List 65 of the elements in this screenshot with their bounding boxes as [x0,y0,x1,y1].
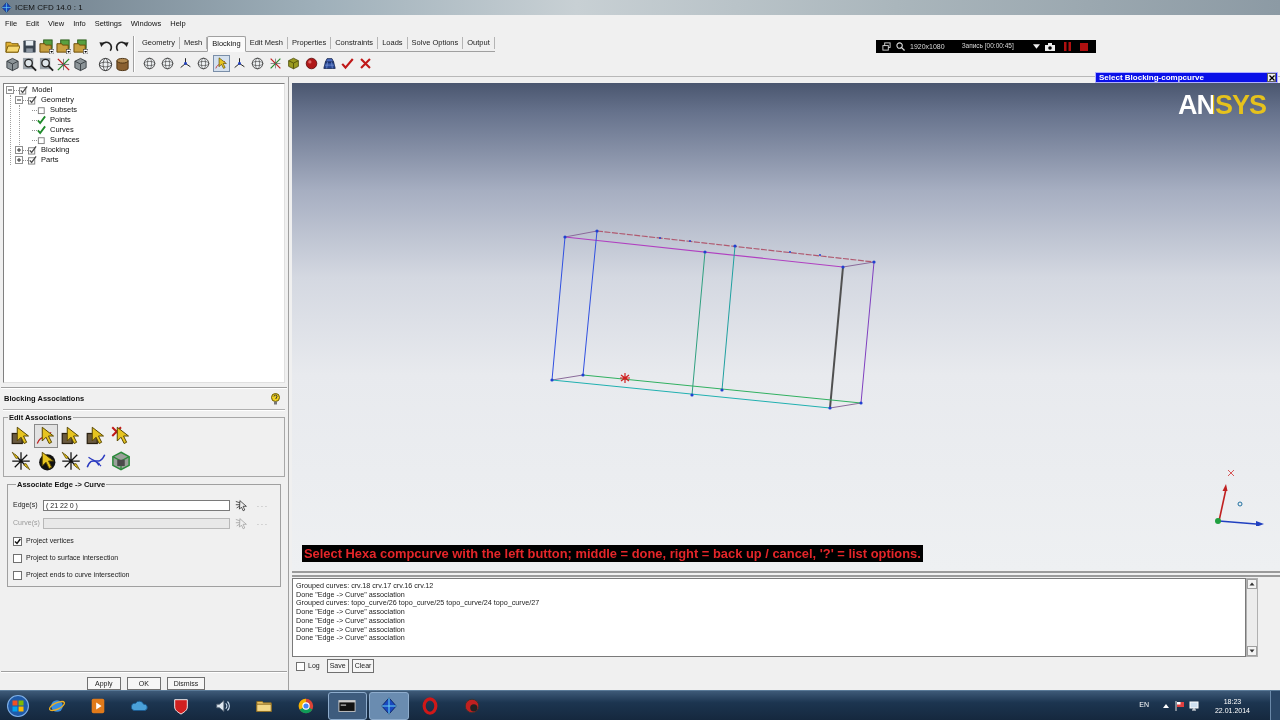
expand-icon[interactable] [15,146,23,154]
scroll-up-icon[interactable] [1247,579,1257,589]
wire-sphere-icon[interactable] [195,55,212,72]
checkbox[interactable] [28,155,37,165]
folder-sheet-icon[interactable] [56,38,71,54]
pause-icon[interactable] [1063,42,1071,51]
magnifier-icon[interactable] [896,42,905,51]
close-button[interactable] [1267,73,1276,82]
checkbox[interactable] [19,85,28,95]
scroll-down-icon[interactable] [1247,646,1257,656]
checkbox[interactable] [13,553,22,563]
tray-arrow-icon[interactable] [1162,703,1169,708]
checkbox[interactable] [37,125,46,135]
checkbox[interactable] [13,570,22,580]
cursor-icon[interactable] [235,498,248,512]
windows-icon[interactable] [882,42,891,51]
ring-icon [421,696,440,715]
ball-icon [462,696,481,715]
stop-icon[interactable] [1079,42,1088,51]
close-icon [1268,74,1275,81]
checkbox[interactable] [13,536,22,546]
checkbox[interactable] [28,145,37,155]
magnifier-icon[interactable] [39,56,54,72]
cube-icon[interactable] [73,56,88,72]
help-icon[interactable] [271,393,280,405]
wire-sphere-icon[interactable] [141,55,158,72]
collapse-icon[interactable] [6,86,14,94]
flag-icon[interactable] [1174,700,1185,711]
camera-icon[interactable] [1044,42,1055,51]
window-title: ICEM CFD 14.0 : 1 [15,3,83,12]
dropdown-triangle-icon[interactable] [1032,44,1040,49]
checkbox[interactable] [28,95,37,105]
cursor-curve-icon[interactable] [213,55,230,72]
collapse-icon[interactable] [15,96,23,104]
prompt-message: Select Hexa compcurve with the left button; middle = done, right = back up / cancel, '?' = list options. [302,545,923,562]
checkbox[interactable] [296,661,305,671]
shield-icon [172,696,191,715]
diamond-icon [379,696,398,715]
show-desktop-button[interactable] [1270,691,1280,720]
checkbox[interactable] [37,105,46,115]
cursor-curve-icon[interactable] [34,424,58,449]
wheel-icon [296,696,315,715]
grid-block-icon[interactable] [321,55,338,72]
wire-sphere-icon[interactable] [249,55,266,72]
expand-icon[interactable] [15,156,23,164]
monitor-icon[interactable] [1188,700,1199,711]
undo-icon[interactable] [98,38,113,54]
checkbox[interactable] [37,135,46,145]
cube-icon[interactable] [285,55,302,72]
cylinder-icon[interactable] [115,56,130,72]
magnifier-icon[interactable] [22,56,37,72]
folder-sheet-icon[interactable] [73,38,88,54]
folder-sheet-icon[interactable] [39,38,54,54]
scrollbar[interactable] [1246,578,1258,657]
crossed-lines-icon[interactable] [56,56,71,72]
wire-sphere-icon[interactable] [98,56,113,72]
dialog-title: Select Blocking-compcurve [1099,73,1204,82]
start-orb-icon [7,694,29,717]
cube-icon[interactable] [5,56,20,72]
sphere-icon[interactable] [303,55,320,72]
wire-sphere-icon[interactable] [159,55,176,72]
redo-icon[interactable] [115,38,130,54]
diamond-icon [1,2,12,13]
checkbox[interactable] [37,115,46,125]
taskbar-button[interactable] [327,691,367,720]
